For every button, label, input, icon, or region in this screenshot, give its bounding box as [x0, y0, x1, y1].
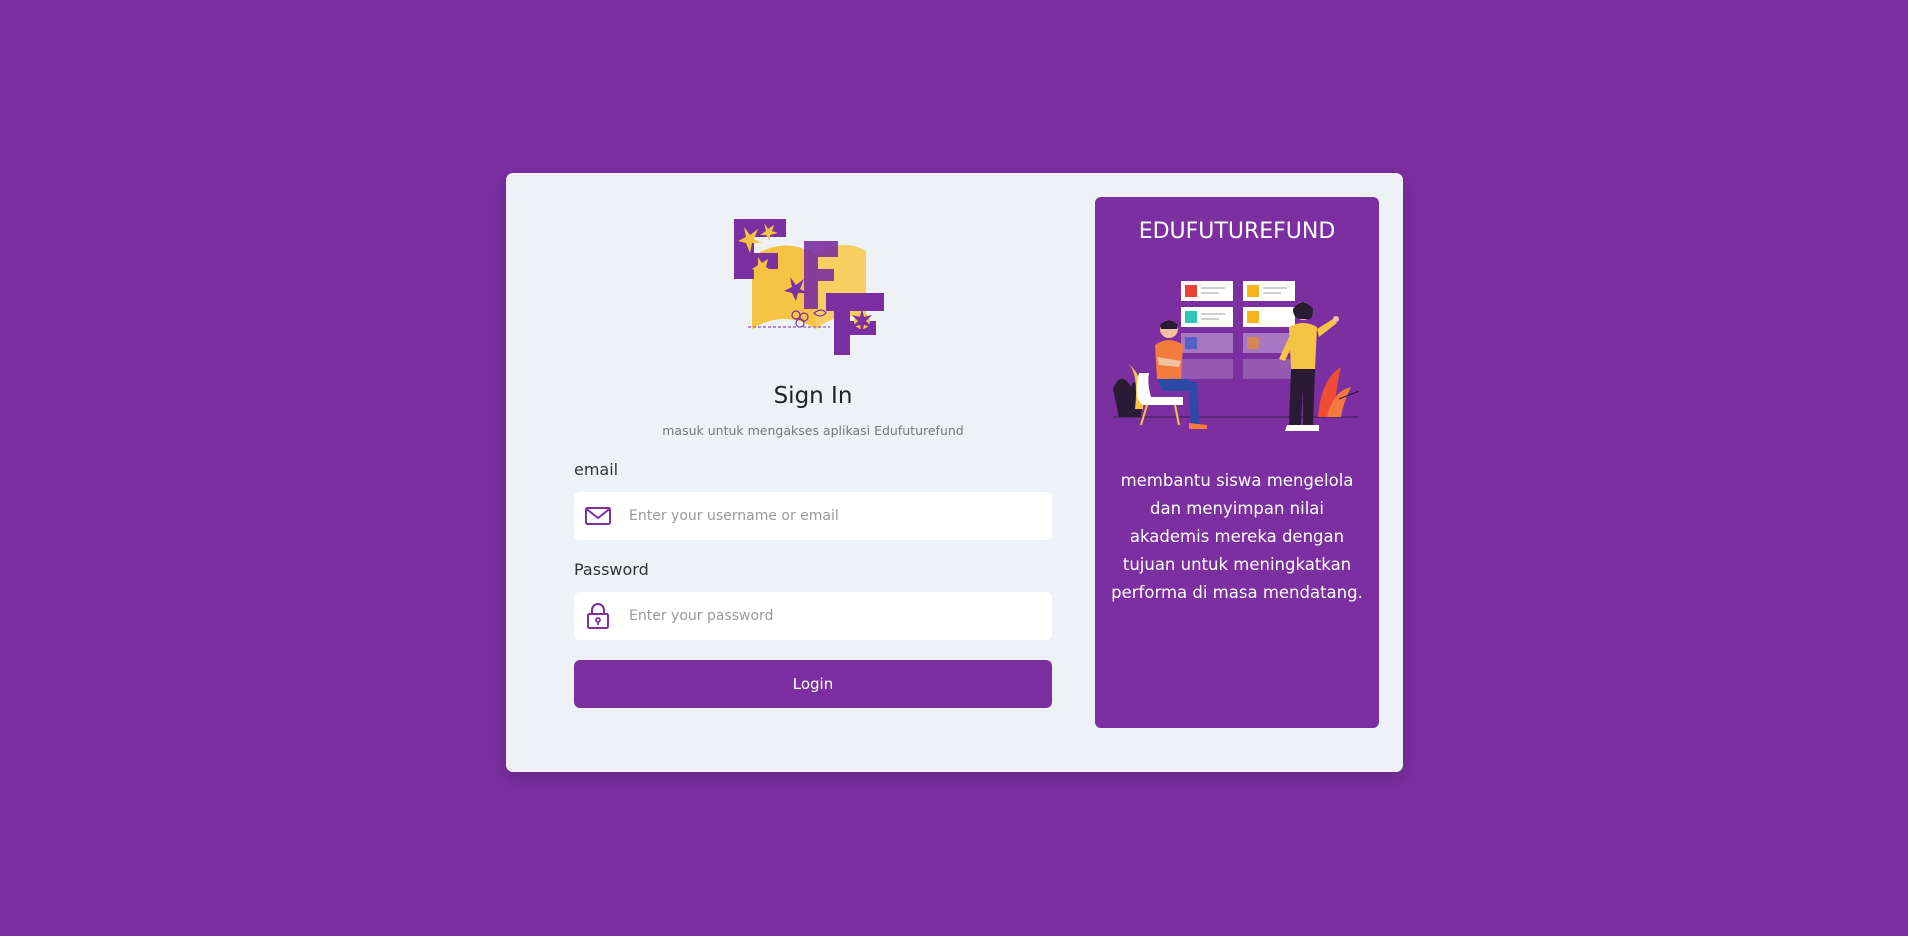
password-input[interactable] [629, 592, 1039, 640]
lock-icon [587, 603, 609, 629]
panel-title: EDUFUTUREFUND [1138, 219, 1336, 244]
login-card: Sign In masuk untuk mengakses aplikasi E… [506, 173, 1403, 772]
signin-title: Sign In [773, 383, 853, 409]
email-field [574, 492, 1052, 540]
info-panel: EDUFUTUREFUND membantu siswa mengelola d… [1095, 197, 1379, 728]
signin-subtitle: masuk untuk mengakses aplikasi Edufuture… [662, 423, 964, 438]
mail-icon [585, 507, 611, 525]
email-label: email [574, 460, 619, 479]
login-button[interactable]: Login [574, 660, 1052, 708]
edufuturefund-logo [734, 219, 884, 355]
dashboard-illustration [1113, 281, 1360, 431]
email-input[interactable] [629, 492, 1039, 540]
password-label: Password [574, 560, 649, 579]
signin-form: Sign In masuk untuk mengakses aplikasi E… [574, 173, 1052, 772]
panel-description: membantu siswa mengelola dan menyimpan n… [1111, 471, 1363, 602]
password-field [574, 592, 1052, 640]
